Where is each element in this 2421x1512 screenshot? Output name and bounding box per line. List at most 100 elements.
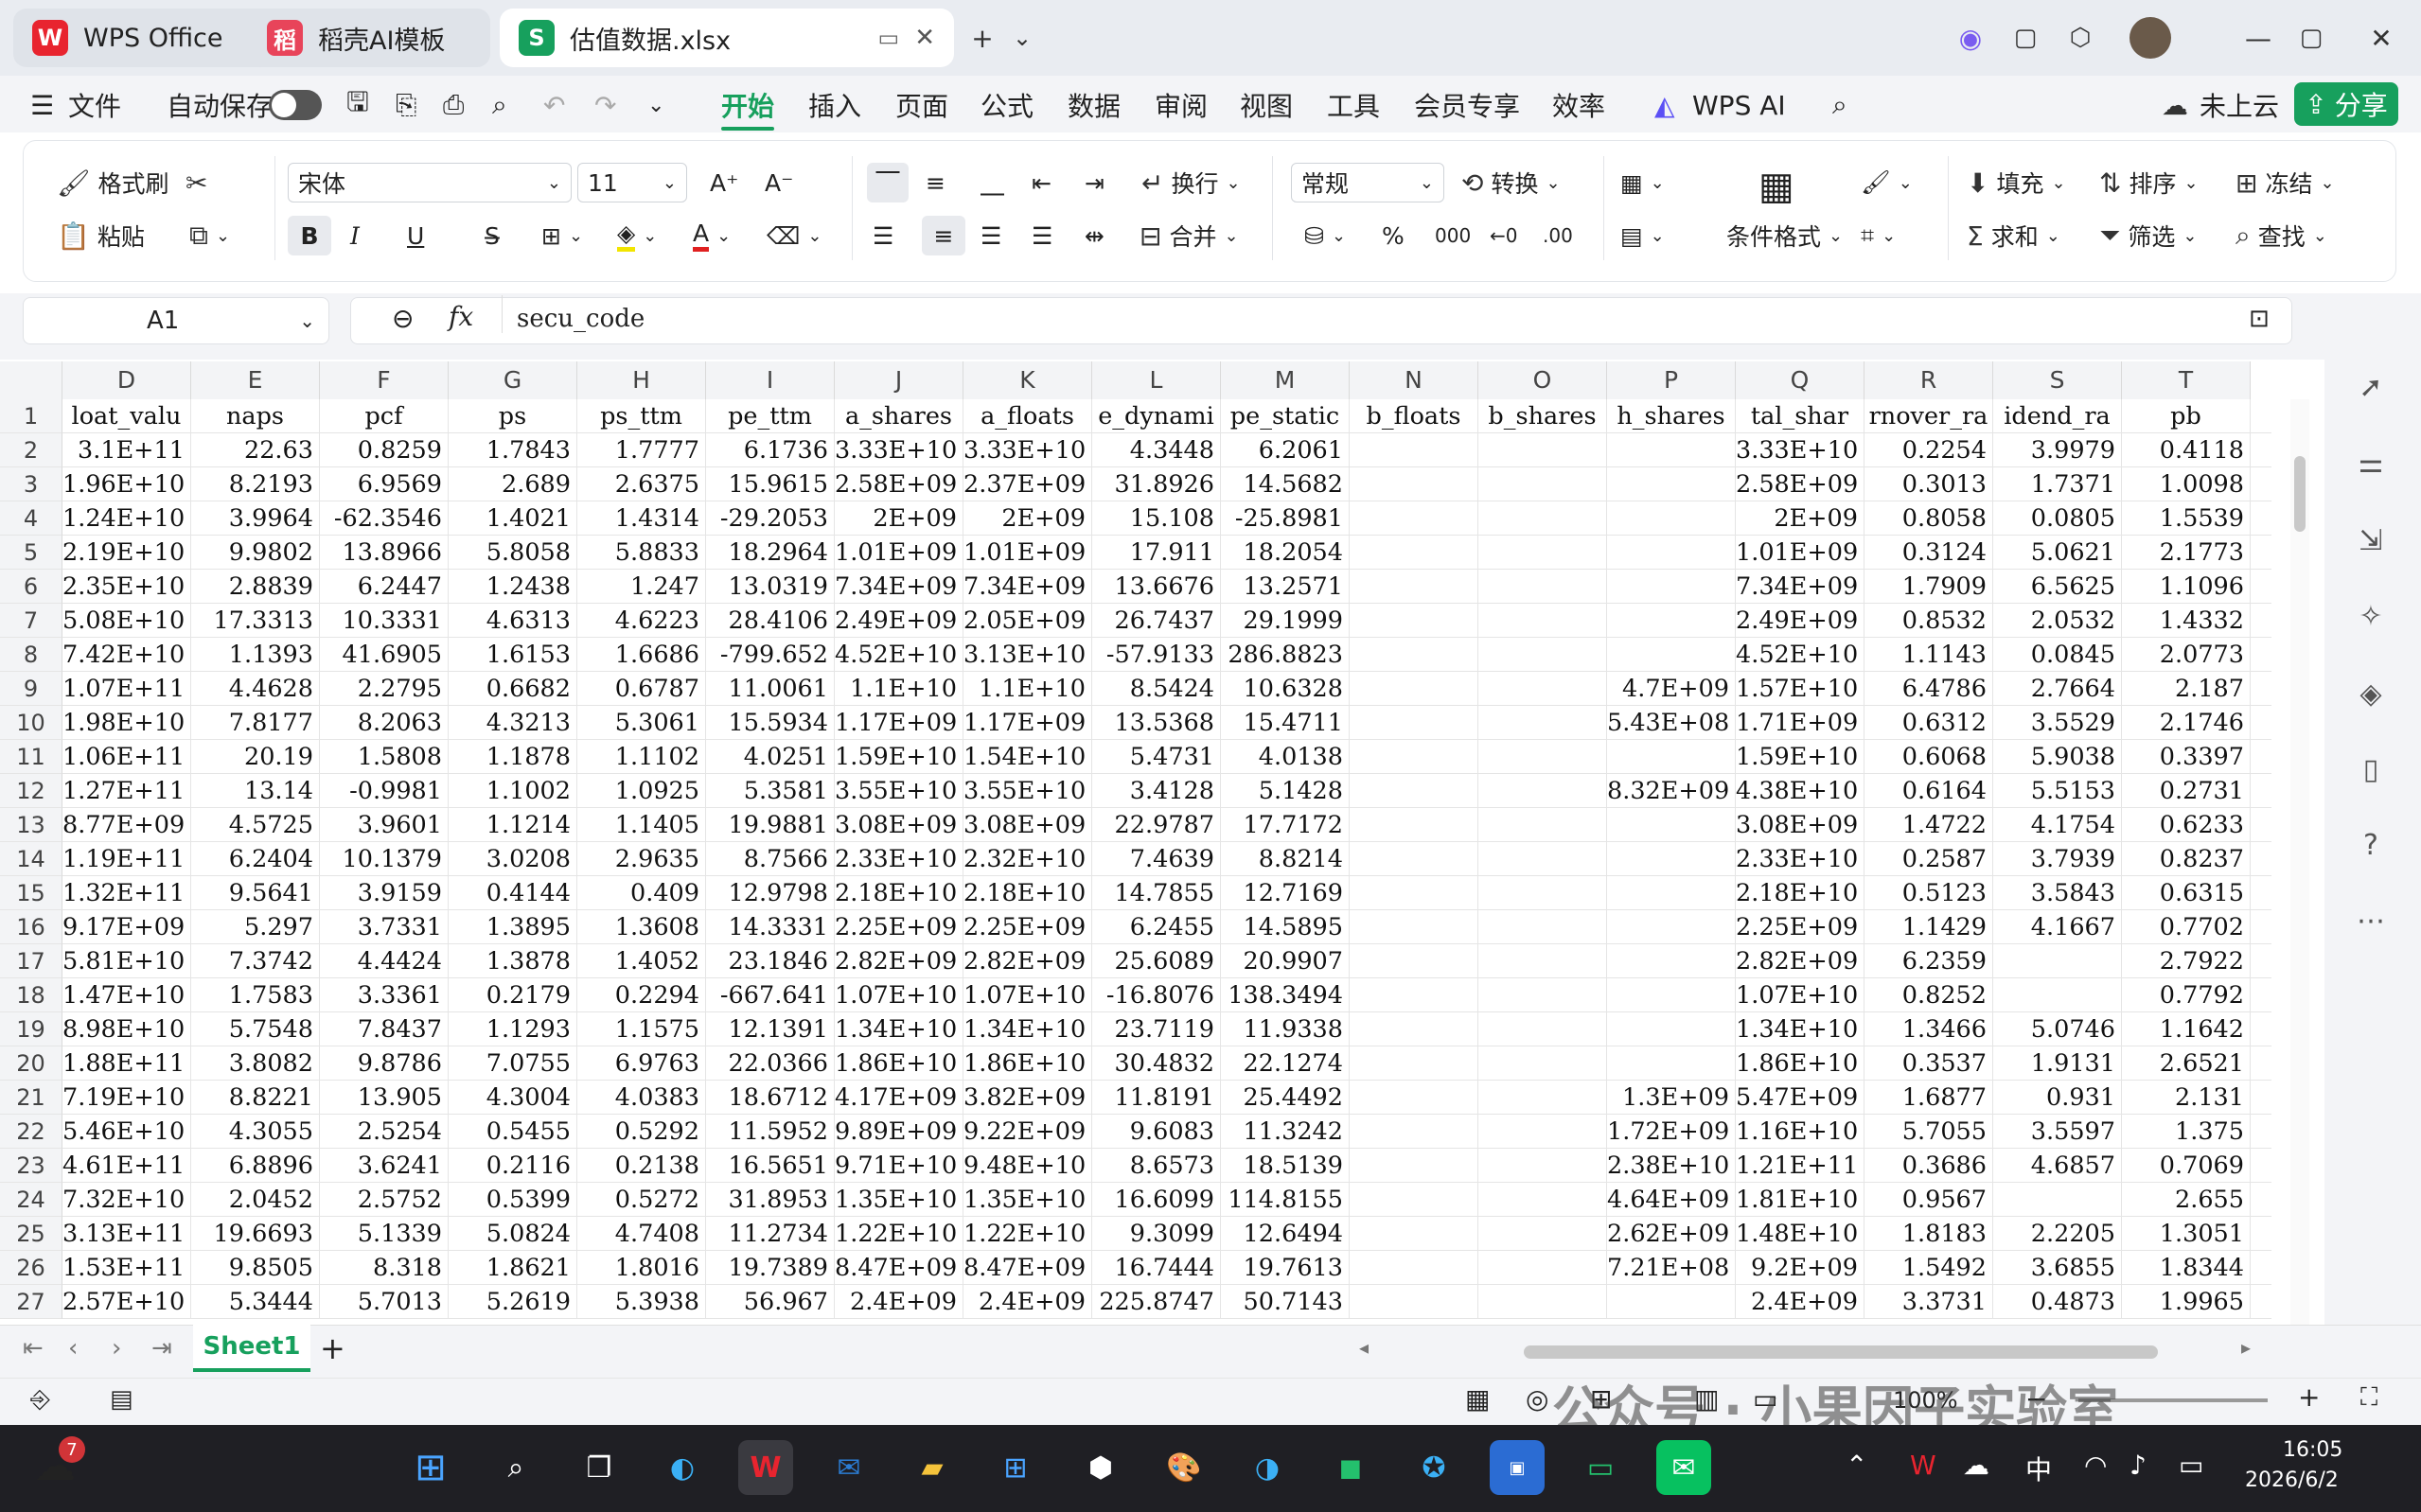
- table-cell[interactable]: 3.9979: [1993, 433, 2122, 467]
- row-number[interactable]: 12: [0, 774, 62, 808]
- table-cell[interactable]: 13.8966: [320, 536, 449, 570]
- tray-wps-icon[interactable]: W: [1910, 1450, 1936, 1481]
- table-cell[interactable]: 0.7702: [2122, 910, 2251, 944]
- wifi-icon[interactable]: ◠: [2084, 1450, 2107, 1481]
- table-cell[interactable]: [1478, 672, 1607, 706]
- tab-docer-ai-template[interactable]: 稻 稻壳AI模板: [248, 9, 490, 67]
- table-cell[interactable]: 3.9964: [191, 501, 320, 536]
- table-cell[interactable]: 2.57E+10: [62, 1285, 191, 1319]
- table-cell[interactable]: 11.0061: [706, 672, 835, 706]
- header-cell[interactable]: b_floats: [1350, 399, 1478, 433]
- table-cell[interactable]: -16.8076: [1092, 978, 1221, 1012]
- column-header[interactable]: F: [320, 361, 449, 399]
- table-cell[interactable]: 1.4052: [577, 944, 706, 978]
- normal-view-icon[interactable]: ▦: [1465, 1383, 1490, 1415]
- table-cell[interactable]: 1.4021: [449, 501, 577, 536]
- table-cell[interactable]: 2.38E+10: [1607, 1149, 1736, 1183]
- table-cell[interactable]: [1478, 501, 1607, 536]
- table-cell[interactable]: [1478, 433, 1607, 467]
- table-cell[interactable]: 1.4314: [577, 501, 706, 536]
- table-cell[interactable]: [1607, 604, 1736, 638]
- row-number[interactable]: 17: [0, 944, 62, 978]
- table-cell[interactable]: 2.5752: [320, 1183, 449, 1217]
- table-cell[interactable]: 3.4128: [1092, 774, 1221, 808]
- window-layout-icon[interactable]: ▢: [2005, 17, 2046, 59]
- table-cell[interactable]: 2.6521: [2122, 1046, 2251, 1081]
- share-button[interactable]: ⇪ 分享: [2294, 82, 2398, 126]
- table-cell[interactable]: 0.2731: [2122, 774, 2251, 808]
- tab-wps-office[interactable]: W WPS Office: [13, 9, 280, 67]
- table-cell[interactable]: 1.22E+10: [963, 1217, 1092, 1251]
- start-icon[interactable]: ⊞: [403, 1440, 458, 1495]
- header-cell[interactable]: tal_shar: [1736, 399, 1864, 433]
- autosave-toggle[interactable]: [269, 90, 322, 120]
- row-number[interactable]: 22: [0, 1115, 62, 1149]
- table-cell[interactable]: 10.3331: [320, 604, 449, 638]
- table-cell[interactable]: 6.2455: [1092, 910, 1221, 944]
- table-cell[interactable]: 1.8344: [2122, 1251, 2251, 1285]
- table-cell[interactable]: 1.01E+09: [963, 536, 1092, 570]
- table-cell[interactable]: 14.3331: [706, 910, 835, 944]
- table-cell[interactable]: 2.5254: [320, 1115, 449, 1149]
- header-cell[interactable]: pe_ttm: [706, 399, 835, 433]
- table-cell[interactable]: 7.34E+09: [1736, 570, 1864, 604]
- table-cell[interactable]: 5.7055: [1864, 1115, 1993, 1149]
- close-tab-icon[interactable]: ✕: [914, 24, 935, 52]
- table-cell[interactable]: 1.88E+11: [62, 1046, 191, 1081]
- table-cell[interactable]: 20.19: [191, 740, 320, 774]
- align-center-icon[interactable]: ≡: [922, 216, 965, 255]
- table-cell[interactable]: 3.6855: [1993, 1251, 2122, 1285]
- table-cell[interactable]: 4.64E+09: [1607, 1183, 1736, 1217]
- table-cell[interactable]: [1478, 774, 1607, 808]
- table-cell[interactable]: [1478, 1149, 1607, 1183]
- row-number[interactable]: 13: [0, 808, 62, 842]
- table-cell[interactable]: 4.52E+10: [1736, 638, 1864, 672]
- zoom-in-icon[interactable]: +: [2298, 1381, 2320, 1413]
- table-cell[interactable]: [1350, 944, 1478, 978]
- conditional-format-button[interactable]: 条件格式 ⌄: [1726, 216, 1843, 255]
- macro-icon[interactable]: ⎆: [30, 1385, 50, 1415]
- table-cell[interactable]: 2.131: [2122, 1081, 2251, 1115]
- wps-ai-icon[interactable]: ◭: [1654, 85, 1675, 125]
- table-cell[interactable]: 11.8191: [1092, 1081, 1221, 1115]
- table-cell[interactable]: 8.5424: [1092, 672, 1221, 706]
- table-cell[interactable]: 4.0138: [1221, 740, 1350, 774]
- zoom-formula-icon[interactable]: ⊖: [392, 303, 414, 334]
- table-cell[interactable]: 4.1754: [1993, 808, 2122, 842]
- table-cell[interactable]: 1.1429: [1864, 910, 1993, 944]
- table-cell[interactable]: 1.24E+10: [62, 501, 191, 536]
- column-header[interactable]: I: [706, 361, 835, 399]
- table-cell[interactable]: 114.8155: [1221, 1183, 1350, 1217]
- row-number[interactable]: 16: [0, 910, 62, 944]
- vertical-scrollbar[interactable]: [2290, 399, 2309, 1325]
- table-cell[interactable]: 56.967: [706, 1285, 835, 1319]
- table-cell[interactable]: [1478, 604, 1607, 638]
- table-cell[interactable]: 0.4873: [1993, 1285, 2122, 1319]
- table-cell[interactable]: 1.7843: [449, 433, 577, 467]
- table-cell[interactable]: 2.7664: [1993, 672, 2122, 706]
- filter-button[interactable]: ⏷ 筛选 ⌄: [2099, 216, 2198, 255]
- table-cell[interactable]: 1.07E+10: [835, 978, 963, 1012]
- magic-wand-icon[interactable]: ✧: [2347, 592, 2394, 640]
- table-cell[interactable]: 3.5843: [1993, 876, 2122, 910]
- tab-valuation-xlsx[interactable]: S 估值数据.xlsx ▭ ✕: [500, 9, 954, 67]
- percent-button[interactable]: %: [1382, 216, 1405, 255]
- table-cell[interactable]: 2.6375: [577, 467, 706, 501]
- table-cell[interactable]: 2.58E+09: [1736, 467, 1864, 501]
- scroll-thumb[interactable]: [2294, 456, 2306, 532]
- table-cell[interactable]: 14.5895: [1221, 910, 1350, 944]
- table-cell[interactable]: 0.7069: [2122, 1149, 2251, 1183]
- table-cell[interactable]: [1350, 604, 1478, 638]
- table-cell[interactable]: 1.21E+11: [1736, 1149, 1864, 1183]
- table-cell[interactable]: 138.3494: [1221, 978, 1350, 1012]
- table-cell[interactable]: 1.1002: [449, 774, 577, 808]
- table-cell[interactable]: [1350, 501, 1478, 536]
- table-cell[interactable]: 13.5368: [1092, 706, 1221, 740]
- decimal-increase-icon[interactable]: .00: [1543, 216, 1573, 255]
- table-cell[interactable]: 2.0773: [2122, 638, 2251, 672]
- row-number[interactable]: 25: [0, 1217, 62, 1251]
- copy-button[interactable]: ⧉ ⌄: [189, 216, 230, 255]
- table-cell[interactable]: 5.5153: [1993, 774, 2122, 808]
- table-cell[interactable]: 18.5139: [1221, 1149, 1350, 1183]
- table-cell[interactable]: 2.4E+09: [835, 1285, 963, 1319]
